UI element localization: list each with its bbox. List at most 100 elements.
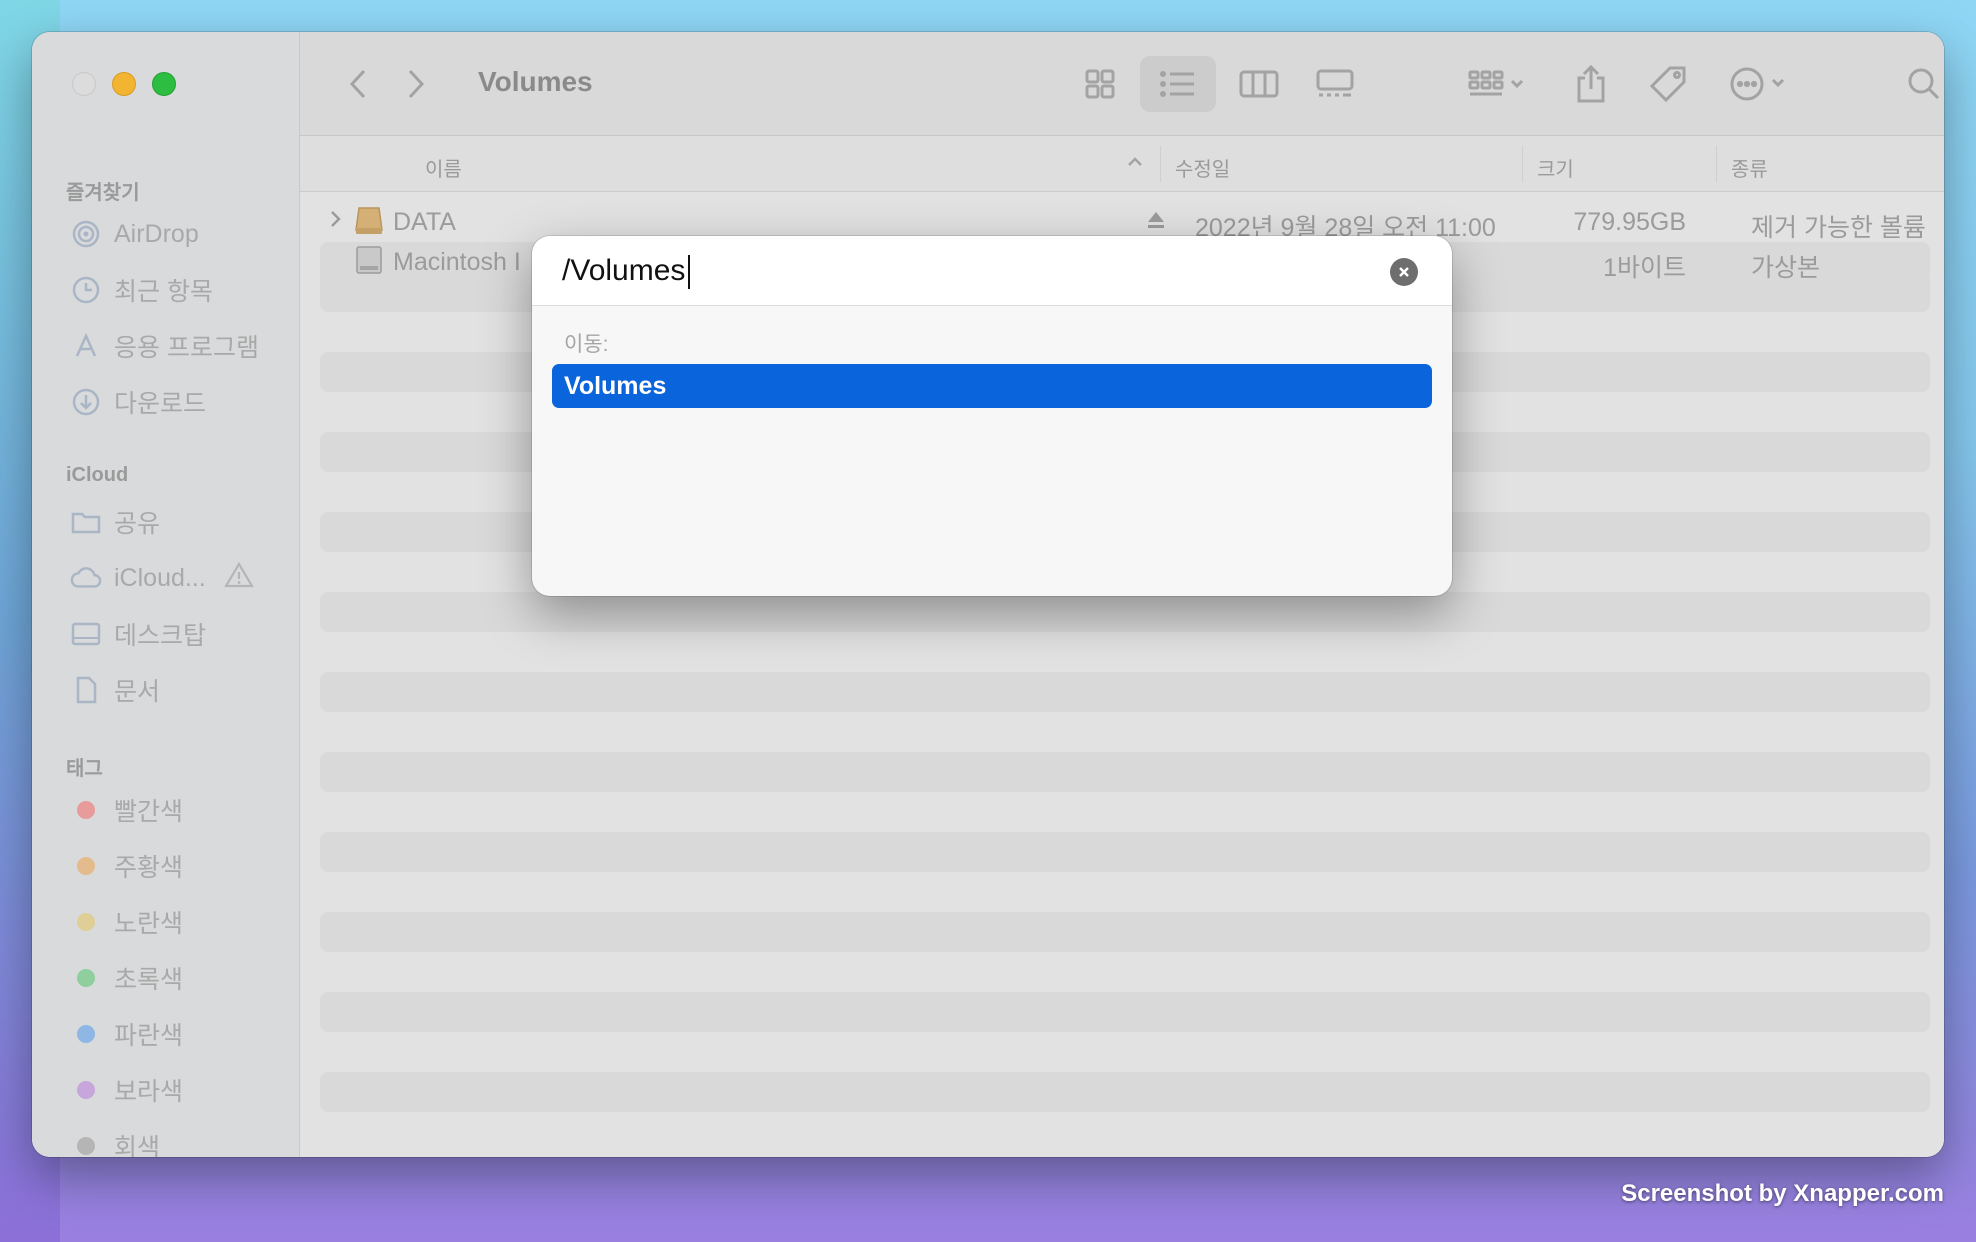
tag-color-dot-icon (70, 1074, 102, 1106)
forward-button[interactable] (398, 56, 434, 112)
disclosure-chevron-icon[interactable] (328, 207, 344, 238)
minimize-window-button[interactable] (112, 72, 136, 96)
more-actions-button[interactable] (1720, 56, 1800, 112)
favorites-header: 즐겨찾기 (66, 182, 140, 204)
sidebar-item-label: 파란색 (114, 1022, 184, 1050)
sidebar-tag-green[interactable]: 초록색 (70, 956, 183, 1000)
chevron-left-icon (349, 69, 366, 99)
column-separator[interactable] (1522, 146, 1523, 182)
cloud-icon (70, 562, 102, 594)
gallery-view-button[interactable] (1300, 56, 1370, 112)
group-button[interactable] (1458, 56, 1538, 112)
go-section-label: 이동: (564, 333, 609, 356)
sidebar-tag-orange[interactable]: 주황색 (70, 844, 183, 888)
sidebar-tag-gray[interactable]: 회색 (70, 1124, 160, 1157)
share-button[interactable] (1566, 56, 1616, 112)
columns-icon (1239, 70, 1279, 98)
sidebar-item-label: 공유 (114, 510, 161, 538)
share-icon (1577, 64, 1605, 103)
document-icon (70, 674, 102, 706)
chevron-right-icon (408, 69, 425, 99)
list-stripe (320, 592, 1930, 632)
window-controls (72, 72, 176, 96)
sidebar-item-label: 응용 프로그램 (114, 334, 259, 362)
sidebar-item-label: 최근 항목 (114, 278, 213, 306)
sidebar-item-documents[interactable]: 문서 (70, 668, 160, 712)
column-name-header[interactable]: 이름 (425, 153, 462, 182)
sidebar-item-downloads[interactable]: 다운로드 (70, 380, 206, 424)
tags-button[interactable] (1642, 56, 1694, 112)
sidebar-tag-red[interactable]: 빨간색 (70, 788, 183, 832)
close-icon (1399, 267, 1409, 277)
column-kind-header[interactable]: 종류 (1731, 153, 1768, 182)
eject-icon[interactable] (1146, 210, 1166, 239)
sidebar-item-label: 주황색 (114, 854, 184, 882)
file-size: 779.95GB (1573, 208, 1686, 236)
list-stripe (320, 752, 1930, 792)
clear-input-button[interactable] (1390, 258, 1418, 286)
download-icon (70, 386, 102, 418)
sidebar: 즐겨찾기 AirDrop 최근 항목 응용 프로그램 다운로드 iCloud 공… (32, 32, 300, 1157)
sidebar-item-label: 노란색 (114, 910, 184, 938)
search-button[interactable] (1898, 56, 1944, 112)
column-view-button[interactable] (1224, 56, 1294, 112)
back-button[interactable] (340, 56, 376, 112)
sidebar-item-label: 회색 (114, 1134, 161, 1157)
column-separator[interactable] (1160, 146, 1161, 182)
list-stripe (320, 832, 1930, 872)
list-icon (1160, 71, 1194, 97)
tag-color-dot-icon (70, 850, 102, 882)
close-window-button[interactable] (72, 72, 96, 96)
desktop-icon (70, 618, 102, 650)
sidebar-item-recents[interactable]: 최근 항목 (70, 268, 213, 312)
list-stripe (320, 672, 1930, 712)
go-to-folder-dialog: 이동: Volumes (532, 236, 1452, 596)
warning-icon (223, 561, 254, 596)
sidebar-item-label: 초록색 (114, 966, 184, 994)
column-header: 이름 수정일 크기 종류 (300, 136, 1944, 192)
sidebar-item-label: 데스크탑 (114, 622, 207, 650)
sidebar-item-label: 빨간색 (114, 798, 184, 826)
icloud-header: iCloud (66, 464, 129, 486)
sidebar-item-icloud-drive[interactable]: iCloud... (70, 556, 254, 600)
column-separator[interactable] (1716, 146, 1717, 182)
sidebar-tag-blue[interactable]: 파란색 (70, 1012, 183, 1056)
sidebar-item-desktop[interactable]: 데스크탑 (70, 612, 206, 656)
column-size-header[interactable]: 크기 (1537, 153, 1574, 182)
sidebar-item-label: AirDrop (114, 219, 199, 248)
search-icon (1908, 68, 1940, 100)
sidebar-tag-purple[interactable]: 보라색 (70, 1068, 183, 1112)
file-kind: 제거 가능한 볼륨 (1751, 214, 1926, 242)
sidebar-item-airdrop[interactable]: AirDrop (70, 212, 199, 256)
text-caret (688, 255, 690, 289)
tag-color-dot-icon (70, 962, 102, 994)
clock-icon (70, 274, 102, 306)
hard-disk-icon (354, 244, 384, 283)
tag-color-dot-icon (70, 1018, 102, 1050)
airdrop-icon (70, 218, 102, 250)
dialog-input-bar (532, 236, 1452, 306)
list-stripe (320, 1072, 1930, 1112)
sidebar-item-shared[interactable]: 공유 (70, 500, 160, 544)
gallery-icon (1316, 69, 1354, 97)
file-kind: 가상본 (1751, 254, 1821, 282)
sidebar-item-label: 보라색 (114, 1078, 184, 1106)
list-view-button[interactable] (1140, 56, 1216, 112)
applications-icon (70, 330, 102, 362)
ellipsis-circle-icon (1730, 67, 1785, 101)
maximize-window-button[interactable] (152, 72, 176, 96)
sidebar-tag-yellow[interactable]: 노란색 (70, 900, 183, 944)
tag-color-dot-icon (70, 794, 102, 826)
path-input[interactable] (562, 250, 1362, 292)
file-name: DATA (393, 208, 456, 236)
grid-icon (1085, 69, 1115, 99)
column-modified-header[interactable]: 수정일 (1175, 153, 1230, 182)
suggestion-item-volumes[interactable]: Volumes (552, 364, 1432, 408)
sort-ascending-icon (1126, 150, 1144, 180)
sidebar-item-label: 다운로드 (114, 390, 207, 418)
sidebar-item-label: iCloud... (114, 563, 206, 592)
sidebar-item-applications[interactable]: 응용 프로그램 (70, 324, 259, 368)
file-name: Macintosh I (393, 248, 521, 276)
toolbar: Volumes (300, 32, 1944, 136)
icon-view-button[interactable] (1068, 56, 1132, 112)
